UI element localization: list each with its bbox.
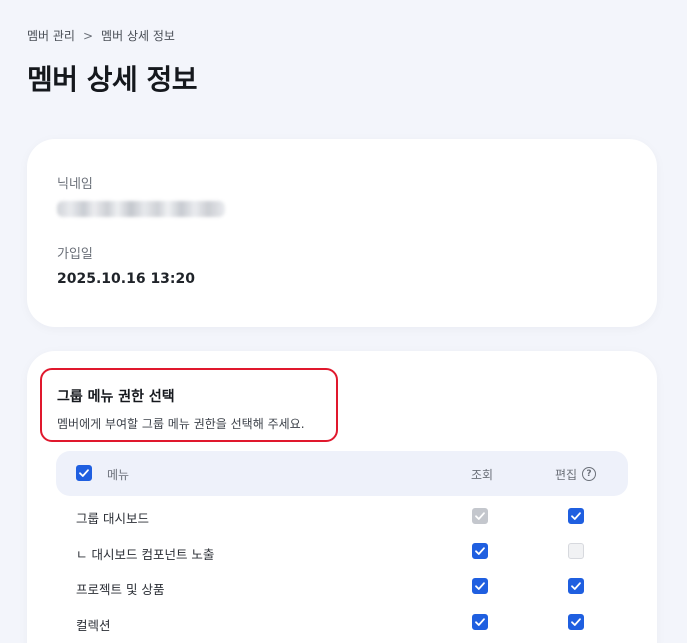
breadcrumb-parent[interactable]: 멤버 관리 bbox=[27, 27, 75, 44]
nickname-label: 닉네임 bbox=[57, 177, 93, 192]
joined-date-label: 가입일 bbox=[57, 247, 93, 262]
breadcrumb: 멤버 관리 > 멤버 상세 정보 bbox=[27, 27, 175, 44]
check-icon bbox=[571, 582, 581, 590]
column-header-edit: 편집 bbox=[555, 468, 578, 482]
breadcrumb-separator: > bbox=[82, 28, 94, 43]
check-icon bbox=[475, 618, 485, 626]
menu-permission-card: 그룹 메뉴 권한 선택 멤버에게 부여할 그룹 메뉴 권한을 선택해 주세요. … bbox=[27, 351, 657, 643]
permission-section-description: 멤버에게 부여할 그룹 메뉴 권한을 선택해 주세요. bbox=[57, 417, 305, 431]
check-icon bbox=[571, 512, 581, 520]
view-checkbox-disabled bbox=[472, 508, 488, 524]
permission-row-label: 프로젝트 및 상품 bbox=[76, 582, 165, 597]
permission-row-label: 그룹 대시보드 bbox=[76, 511, 149, 526]
select-all-checkbox[interactable] bbox=[76, 465, 92, 481]
edit-checkbox-disabled bbox=[568, 543, 584, 559]
permission-row-label: 컬렉션 bbox=[76, 618, 111, 633]
view-checkbox[interactable] bbox=[472, 614, 488, 630]
permission-section-title: 그룹 메뉴 권한 선택 bbox=[57, 389, 175, 405]
check-icon bbox=[475, 547, 485, 555]
view-checkbox[interactable] bbox=[472, 543, 488, 559]
check-icon bbox=[571, 618, 581, 626]
breadcrumb-current: 멤버 상세 정보 bbox=[101, 29, 175, 43]
column-header-view: 조회 bbox=[471, 468, 494, 482]
check-icon bbox=[79, 469, 89, 477]
edit-checkbox[interactable] bbox=[568, 578, 584, 594]
member-info-card: 닉네임 가입일 2025.10.16 13:20 bbox=[27, 139, 657, 327]
check-icon bbox=[475, 512, 485, 520]
page-title: 멤버 상세 정보 bbox=[27, 63, 198, 96]
edit-checkbox[interactable] bbox=[568, 508, 584, 524]
check-icon bbox=[475, 582, 485, 590]
view-checkbox[interactable] bbox=[472, 578, 488, 594]
edit-checkbox[interactable] bbox=[568, 614, 584, 630]
joined-date-value: 2025.10.16 13:20 bbox=[57, 271, 196, 287]
column-header-menu: 메뉴 bbox=[107, 468, 130, 482]
nickname-value-redacted bbox=[57, 201, 225, 217]
permission-row-label: ㄴ 대시보드 컴포넌트 노출 bbox=[76, 547, 215, 562]
help-icon[interactable]: ? bbox=[582, 467, 596, 481]
permission-table-header: 메뉴 조회 편집 ? bbox=[56, 451, 628, 496]
